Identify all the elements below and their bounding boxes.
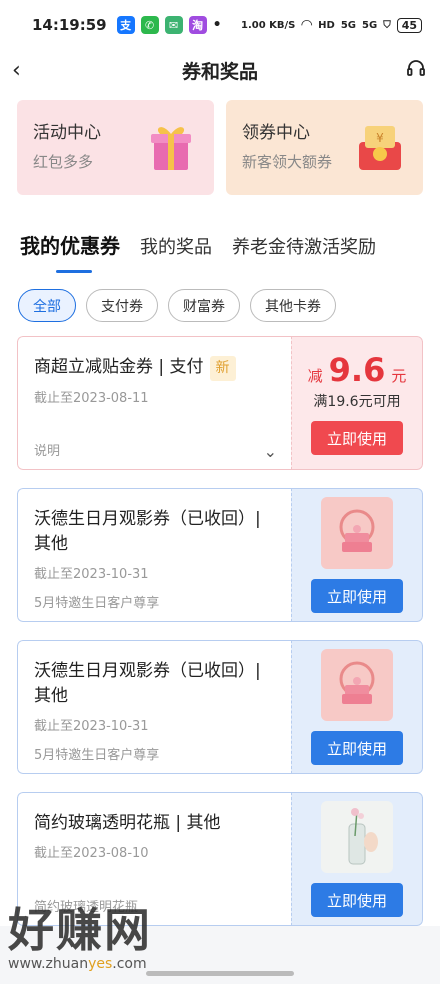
coupon-card: 沃德生日月观影券（已收回）| 其他 截止至2023-10-31 5月特邀生日客户… xyxy=(17,640,423,774)
coupon-list: 商超立减贴金券 | 支付新 截止至2023-08-11 说明 ⌄ 减 9.6 元… xyxy=(0,336,440,926)
tab-pension-rewards[interactable]: 养老金待激活奖励 xyxy=(232,233,376,273)
cake-thumbnail xyxy=(321,497,393,569)
filter-other[interactable]: 其他卡券 xyxy=(250,289,336,322)
coupon-amount: 减 9.6 元 xyxy=(308,351,407,389)
coupon-expiry: 截止至2023-08-10 xyxy=(34,846,149,861)
coupon-condition: 满19.6元可用 xyxy=(313,394,401,410)
filter-payment[interactable]: 支付券 xyxy=(86,289,158,322)
coupon-desc: 5月特邀生日客户尊享 xyxy=(34,748,160,763)
use-now-button[interactable]: 立即使用 xyxy=(311,883,403,917)
url-part: yes xyxy=(88,956,113,972)
amount-value: 9.6 xyxy=(328,351,386,389)
coupon-expiry: 截止至2023-10-31 xyxy=(34,567,149,582)
coupon-desc: 5月特邀生日客户尊享 xyxy=(34,596,160,611)
svg-text:¥: ¥ xyxy=(376,131,384,145)
home-indicator[interactable] xyxy=(146,971,294,976)
coupon-action: 立即使用 xyxy=(291,640,423,774)
url-part: .com xyxy=(112,956,147,972)
watermark-url: www.zhuanyes.com xyxy=(8,956,152,972)
filter-chips: 全部 支付券 财富券 其他卡券 xyxy=(0,273,440,336)
watermark: 好赚网 www.zhuanyes.com xyxy=(8,894,152,972)
coupon-action: 减 9.6 元 满19.6元可用 立即使用 xyxy=(291,336,423,470)
amount-unit: 元 xyxy=(391,367,407,385)
new-badge: 新 xyxy=(209,356,236,381)
coupon-name: 商超立减贴金券 | 支付新 xyxy=(34,355,277,381)
signal-icon-1: 5G xyxy=(340,19,357,31)
back-icon[interactable]: ‹ xyxy=(12,58,21,83)
coupon-expiry: 截止至2023-10-31 xyxy=(34,719,149,734)
coupon-name: 沃德生日月观影券（已收回）| 其他 xyxy=(34,509,261,554)
coupon-card: 沃德生日月观影券（已收回）| 其他 截止至2023-10-31 5月特邀生日客户… xyxy=(17,488,423,622)
filter-all[interactable]: 全部 xyxy=(18,289,76,322)
coupon-center-card[interactable]: 领券中心 新客领大额券 ¥ xyxy=(226,100,423,195)
status-bar: 14:19:59 支 ✆ ✉ 淘 • 1.00 KB/S ◠ HD 5G 5G … xyxy=(0,0,440,50)
coupon-name-text: 商超立减贴金券 | 支付 xyxy=(34,357,204,377)
vase-thumbnail xyxy=(321,801,393,873)
tab-my-coupons[interactable]: 我的优惠券 xyxy=(20,230,120,273)
cake-icon xyxy=(339,509,375,552)
vase-icon xyxy=(348,808,378,865)
signal-icon-2: 5G xyxy=(362,19,378,31)
red-envelope-icon: ¥ xyxy=(359,126,401,170)
coupon-expiry: 截止至2023-08-11 xyxy=(34,391,149,406)
hd-indicator: HD xyxy=(318,19,335,31)
wechat-app-icon: ✆ xyxy=(140,16,159,34)
battery-icon: 45 xyxy=(396,17,422,33)
shield-icon: ⛉ xyxy=(383,19,391,31)
coupon-card: 商超立减贴金券 | 支付新 截止至2023-08-11 说明 ⌄ 减 9.6 元… xyxy=(17,336,423,470)
more-dot-icon: • xyxy=(212,17,222,33)
nav-bar: ‹ 券和奖品 xyxy=(0,50,440,90)
use-now-button[interactable]: 立即使用 xyxy=(311,731,403,765)
status-time: 14:19:59 xyxy=(32,16,107,34)
coupon-name: 简约玻璃透明花瓶 | 其他 xyxy=(34,813,221,833)
chevron-down-icon[interactable]: ⌄ xyxy=(264,442,277,461)
amount-prefix: 减 xyxy=(307,367,323,385)
wifi-icon: ◠ xyxy=(301,17,313,33)
watermark-brand: 好赚网 xyxy=(8,903,152,957)
headset-icon[interactable] xyxy=(406,59,426,79)
cake-thumbnail xyxy=(321,649,393,721)
top-cards: 活动中心 红包多多 领券中心 新客领大额券 ¥ xyxy=(0,90,440,195)
url-part: www.zhuan xyxy=(8,956,89,972)
coupon-name: 沃德生日月观影券（已收回）| 其他 xyxy=(34,661,261,706)
alipay-app-icon: 支 xyxy=(116,16,135,34)
coupon-desc: 说明 xyxy=(34,444,61,459)
message-app-icon: ✉ xyxy=(164,16,183,34)
activity-center-card[interactable]: 活动中心 红包多多 xyxy=(17,100,214,195)
filter-wealth[interactable]: 财富券 xyxy=(168,289,240,322)
cake-icon xyxy=(339,661,375,704)
tab-bar: 我的优惠券 我的奖品 养老金待激活奖励 xyxy=(0,195,440,273)
use-now-button[interactable]: 立即使用 xyxy=(311,421,403,455)
coupon-action: 立即使用 xyxy=(291,488,423,622)
coupon-info[interactable]: 沃德生日月观影券（已收回）| 其他 截止至2023-10-31 5月特邀生日客户… xyxy=(17,640,291,774)
net-speed: 1.00 KB/S xyxy=(241,19,296,31)
tab-my-prizes[interactable]: 我的奖品 xyxy=(140,233,212,273)
coupon-info[interactable]: 沃德生日月观影券（已收回）| 其他 截止至2023-10-31 5月特邀生日客户… xyxy=(17,488,291,622)
coupon-info[interactable]: 商超立减贴金券 | 支付新 截止至2023-08-11 说明 ⌄ xyxy=(17,336,291,470)
gift-box-icon xyxy=(151,127,191,170)
coupon-action: 立即使用 xyxy=(291,792,423,926)
use-now-button[interactable]: 立即使用 xyxy=(311,579,403,613)
taobao-app-icon: 淘 xyxy=(188,16,207,34)
page-title: 券和奖品 xyxy=(181,60,258,83)
